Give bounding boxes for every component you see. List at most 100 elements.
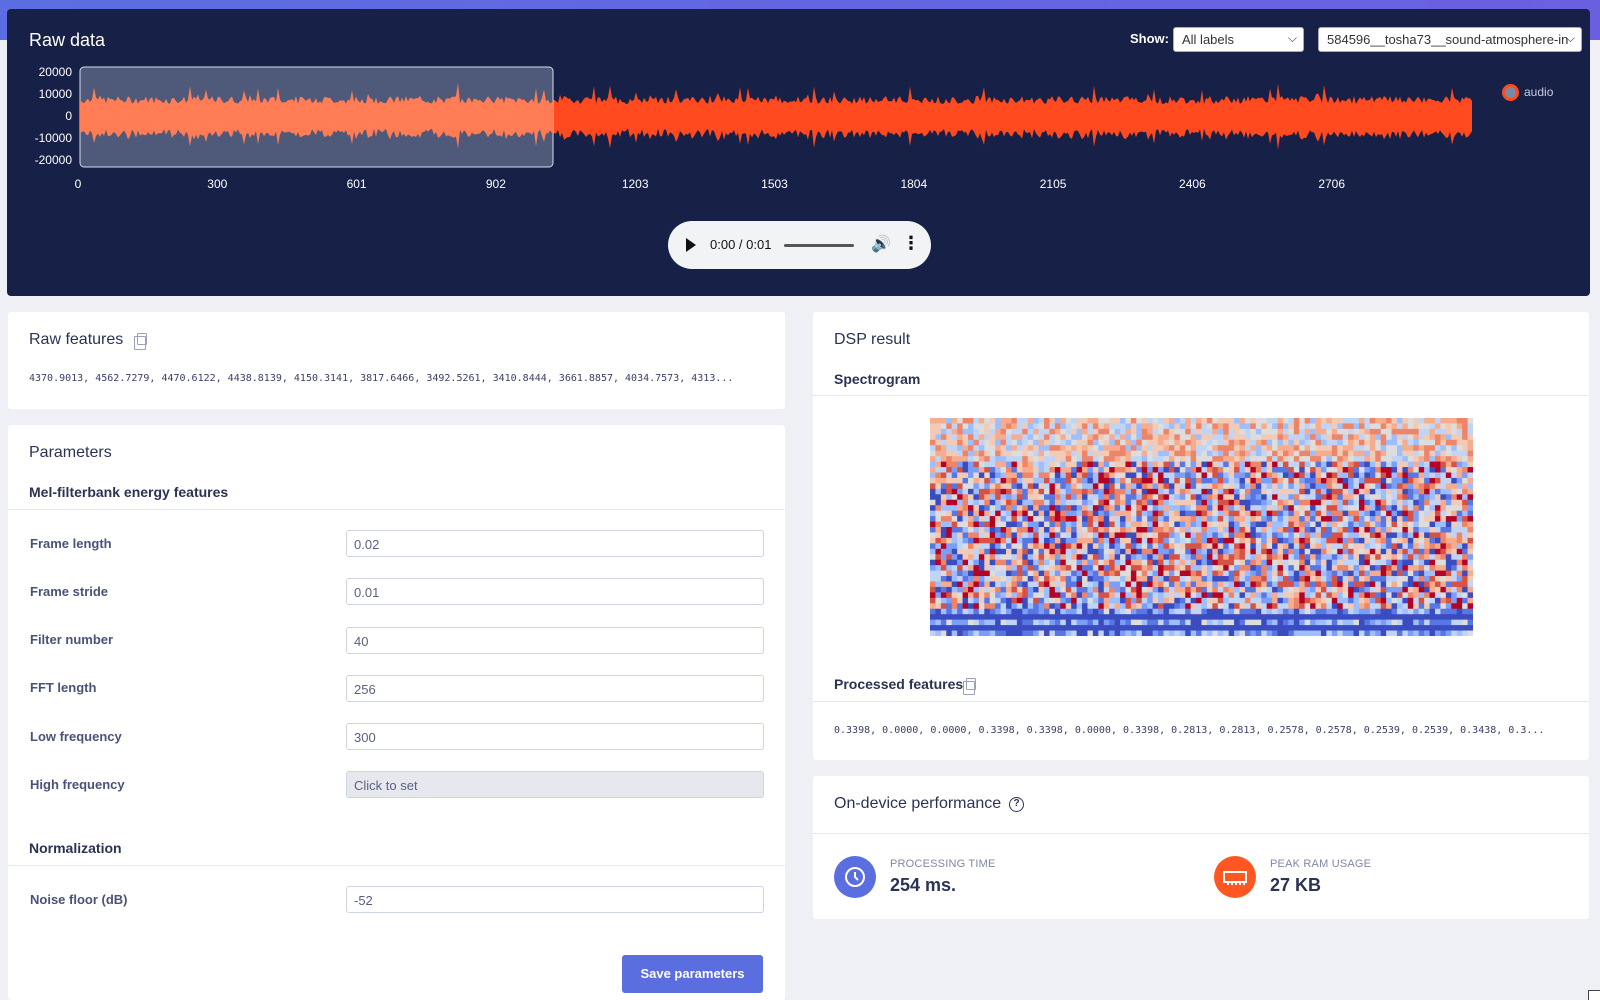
play-icon[interactable] [686,238,696,252]
spectrogram-cell [930,543,936,550]
spectrogram-cell [951,483,958,490]
spectrogram-cell [1272,532,1279,539]
spectrogram-cell [1006,477,1012,484]
spectrogram-cell [962,548,969,555]
spectrogram-cell [935,516,942,523]
spectrogram-cell [1391,565,1398,572]
spectrogram-cell [1358,434,1365,441]
spectrogram-cell [962,483,969,490]
spectrogram-cell [1342,450,1349,457]
spectrogram-cell [1440,483,1447,490]
resize-handle-icon[interactable] [1588,990,1600,1000]
spectrogram-cell [1462,630,1469,636]
spectrogram-cell [1364,456,1371,463]
spectrogram-cell [1358,527,1365,533]
spectrogram-cell [1348,418,1355,424]
spectrogram-cell [989,586,996,593]
spectrogram-cell [1206,597,1213,604]
spectrogram-cell [1342,510,1349,517]
spectrogram-cell [1125,472,1132,479]
spectrogram-cell [1261,521,1268,528]
spectrogram-cell [1076,586,1083,593]
spectrogram-cell [1054,597,1061,604]
spectrogram-cell [1196,494,1202,501]
spectrogram-cell [1244,494,1251,501]
spectrogram-cell [1130,488,1137,495]
spectrogram-cell [1082,477,1088,484]
spectrogram-cell [1027,488,1034,495]
spectrogram-cell [1315,445,1322,452]
low-frequency-input[interactable]: 300 [346,723,764,750]
spectrogram-cell [1065,625,1072,632]
spectrogram-cell [1353,565,1360,572]
spectrogram-cell [1451,434,1458,441]
spectrogram-cell [1087,554,1094,561]
spectrogram-cell [962,461,969,468]
filter-number-input[interactable]: 40 [346,627,764,654]
spectrogram-cell [1103,608,1110,615]
help-icon[interactable]: ? [1009,797,1024,812]
spectrogram-cell [1467,548,1473,555]
save-parameters-button[interactable]: Save parameters [622,955,763,993]
spectrogram-cell [930,521,936,528]
spectrogram-cell [1310,516,1317,523]
audio-progress-slider[interactable] [784,244,854,247]
spectrogram-cell [1304,434,1311,441]
spectrogram-cell [1179,472,1186,479]
spectrogram-cell [1168,537,1175,544]
copy-icon[interactable] [134,333,147,350]
spectrogram-cell [1152,603,1159,610]
spectrogram-cell [1288,576,1295,582]
spectrogram-cell [989,532,996,539]
spectrogram-cell [946,488,953,495]
spectrogram-cell [1071,445,1078,452]
spectrogram-cell [1011,527,1018,533]
frame-stride-input[interactable]: 0.01 [346,578,764,605]
frame-length-input[interactable]: 0.02 [346,530,764,557]
spectrogram-cell [1320,630,1327,636]
spectrogram-cell [1239,576,1246,582]
spectrogram-cell [935,527,942,533]
spectrogram-cell [1092,537,1099,544]
noise-floor-input[interactable]: -52 [346,886,764,913]
spectrogram-cell [1223,516,1230,523]
spectrogram-cell [1320,625,1327,632]
spectrogram-cell [1424,559,1431,566]
spectrogram-cell [1434,461,1441,468]
spectrogram-cell [1060,603,1067,610]
spectrogram-cell [1006,456,1012,463]
spectrogram-cell [1022,461,1029,468]
spectrogram-cell [1092,483,1099,490]
high-frequency-input[interactable]: Click to set [346,771,764,798]
spectrogram-cell [1364,510,1371,517]
spectrogram-cell [1098,494,1105,501]
spectrogram-cell [1228,505,1235,512]
audio-player[interactable]: 0:00 / 0:01 🔊 ⋮ [668,221,931,269]
spectrogram-cell [951,516,958,523]
legend-audio-icon[interactable] [1502,84,1519,101]
spectrogram-cell [1033,467,1040,473]
spectrogram-cell [1016,499,1023,506]
copy-icon[interactable] [963,678,976,695]
spectrogram-cell [1217,527,1224,533]
spectrogram-cell [1125,428,1132,435]
more-options-icon[interactable]: ⋮ [902,233,920,254]
spectrogram-cell [1451,527,1458,533]
spectrogram-cell [1315,565,1322,572]
volume-icon[interactable]: 🔊 [871,234,891,254]
spectrogram-cell [1326,570,1333,577]
spectrogram-cell [1261,543,1268,550]
spectrogram-cell [951,521,958,528]
spectrogram-cell [946,597,953,604]
spectrogram-cell [1250,505,1257,512]
spectrogram-cell [1217,456,1224,463]
spectrogram-cell [1364,434,1371,441]
spectrogram-cell [1054,592,1061,599]
spectrogram-cell [1320,559,1327,566]
spectrogram-cell [1082,445,1088,452]
spectrogram-cell [1386,423,1393,430]
fft-length-input[interactable]: 256 [346,675,764,702]
spectrogram-cell [1092,494,1099,501]
spectrogram-cell [1044,472,1050,479]
spectrogram-cell [1011,456,1018,463]
